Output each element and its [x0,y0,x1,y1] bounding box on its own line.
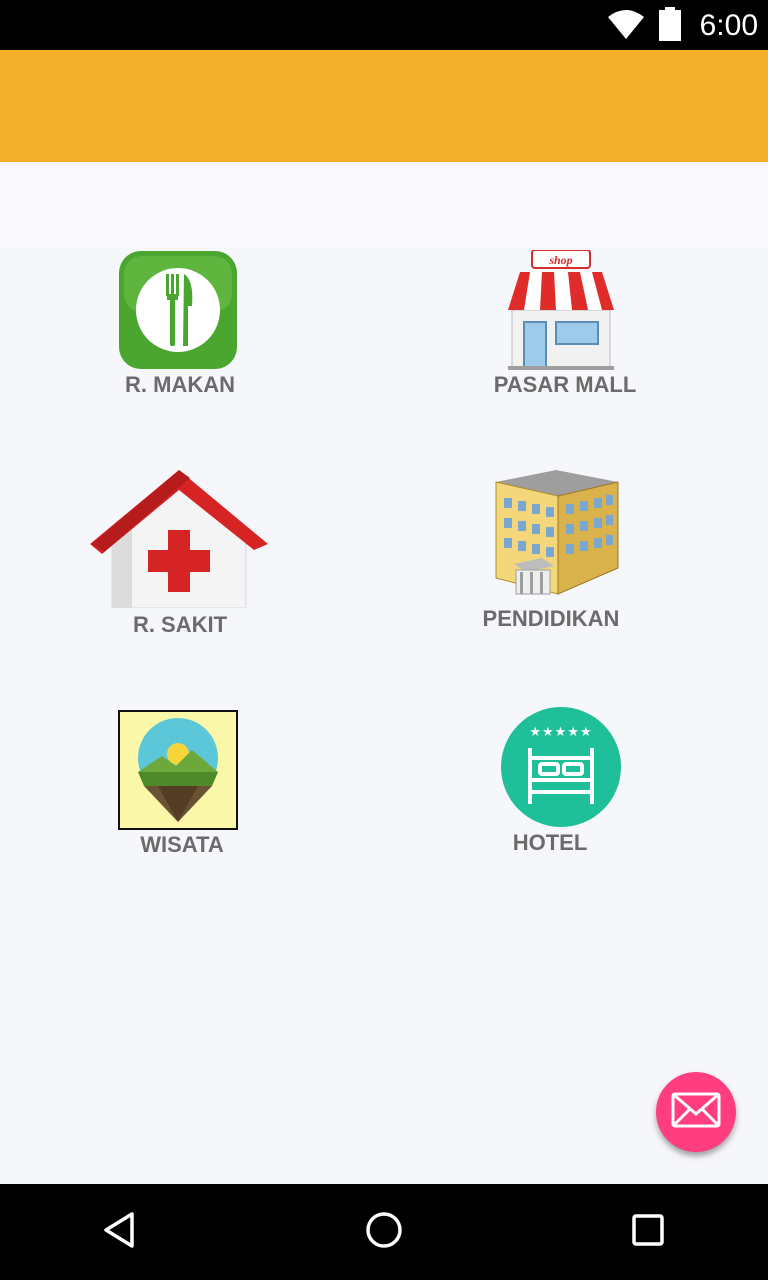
tourism-location-icon [118,710,238,835]
svg-text:★★★★★: ★★★★★ [529,725,592,740]
school-building-icon [492,468,622,603]
menu-item-hospital[interactable]: R. SAKIT [88,468,272,638]
wifi-icon [606,9,646,44]
menu-item-label: R. SAKIT [132,612,228,637]
menu-item-tourism[interactable]: WISATA [90,710,274,860]
recents-button[interactable] [618,1202,678,1262]
app-bar [0,50,768,162]
recents-icon [628,1210,668,1255]
status-bar: 6:00 [0,0,768,50]
menu-item-hotel[interactable]: ★★★★★ HOTEL [480,706,622,856]
menu-item-label: PASAR MALL [493,372,637,397]
navigation-bar [0,1184,768,1280]
content-header-spacer [0,162,768,248]
menu-item-shop[interactable]: shop PASAR MALL [480,249,650,400]
mail-fab-button[interactable] [656,1072,736,1152]
menu-item-restaurant[interactable]: R. MAKAN [88,250,278,400]
back-icon [100,1210,140,1255]
home-button[interactable] [354,1202,414,1262]
menu-item-label: WISATA [140,832,224,857]
battery-icon [658,6,682,46]
back-button[interactable] [90,1202,150,1262]
home-icon [364,1210,404,1255]
restaurant-icon [118,250,238,375]
menu-item-label: R. MAKAN [125,372,235,397]
menu-item-label: PENDIDIKAN [482,606,620,631]
hospital-icon [90,468,268,613]
hotel-bed-icon: ★★★★★ [500,706,622,833]
shop-icon: shop [506,249,616,375]
clock: 6:00 [699,9,758,42]
menu-grid: R. MAKAN shop PASAR MALL R. SAKIT PENDID… [0,162,768,1184]
svg-text:shop: shop [548,253,572,267]
status-icons: 6:00 [606,6,758,46]
menu-item-education[interactable]: PENDIDIKAN [476,468,626,638]
mail-icon [671,1092,721,1133]
menu-item-label: HOTEL [512,830,588,855]
